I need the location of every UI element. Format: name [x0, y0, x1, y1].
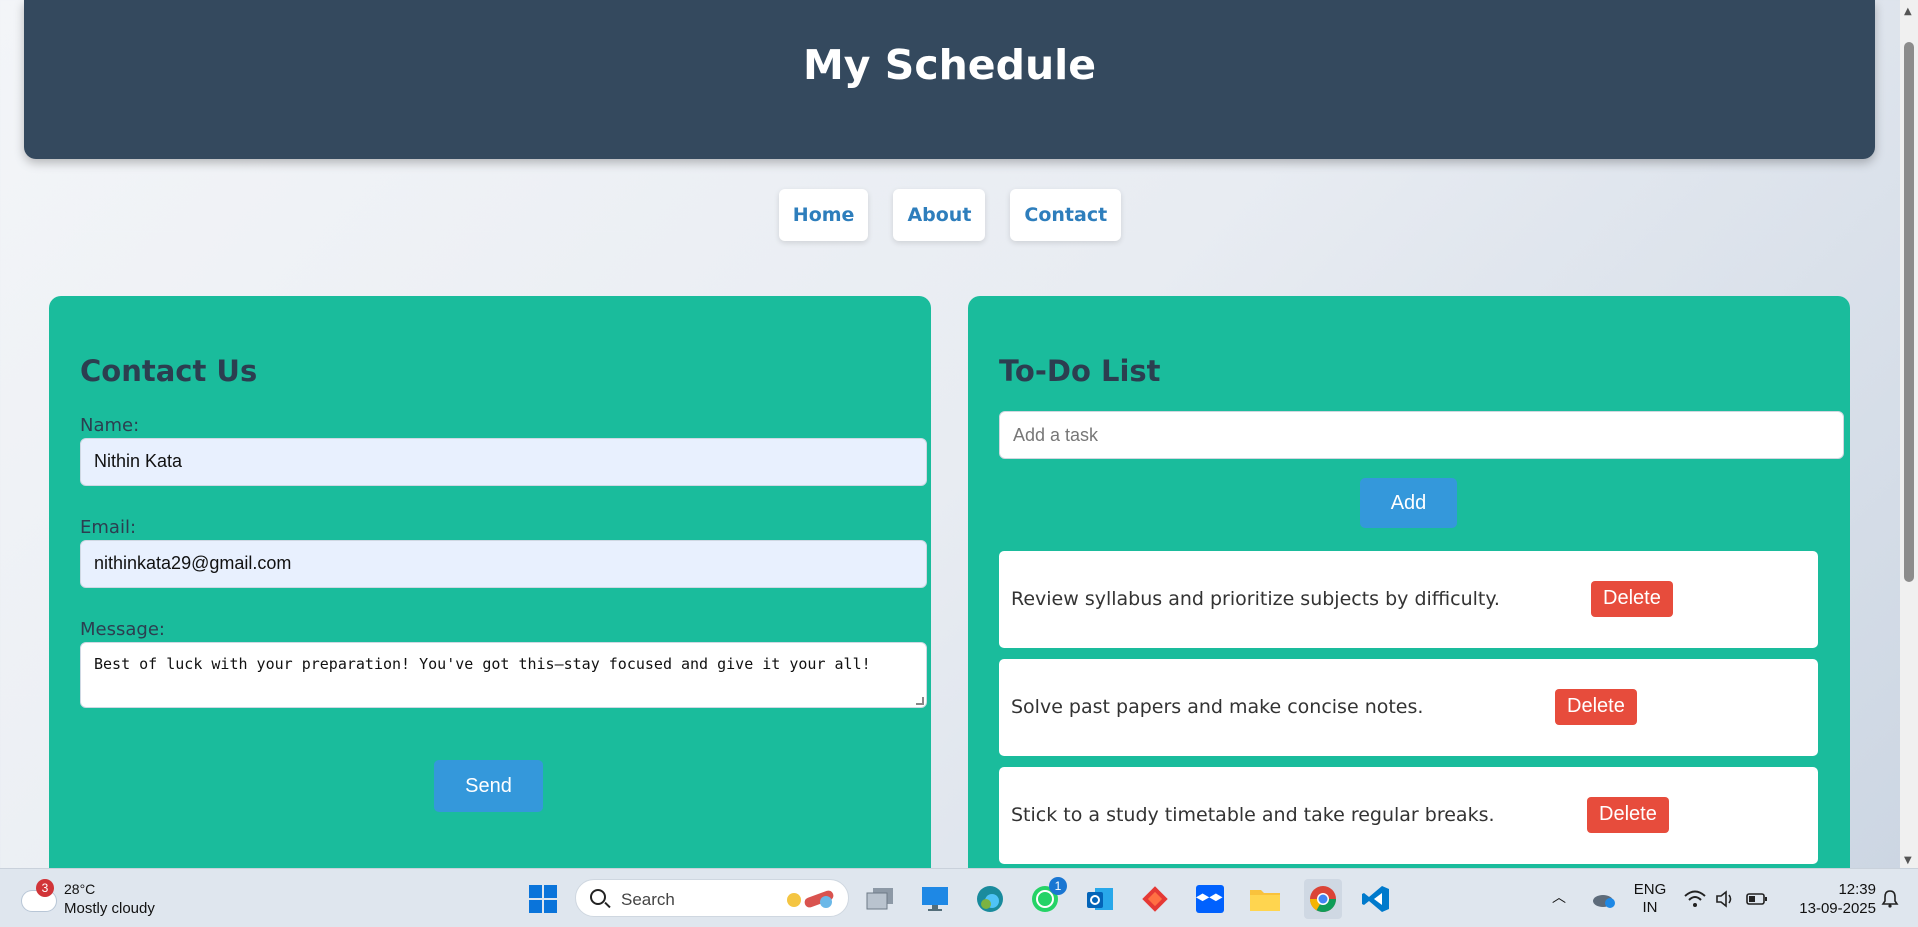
message-field[interactable]: Best of luck with your preparation! You'… — [80, 642, 927, 708]
clock[interactable]: 12:39 13-09-2025 — [1780, 880, 1876, 918]
task-text: Stick to a study timetable and take regu… — [1011, 804, 1495, 826]
task-item: Review syllabus and prioritize subjects … — [999, 551, 1818, 648]
task-view-icon[interactable] — [864, 883, 896, 915]
weather-condition: Mostly cloudy — [64, 900, 155, 917]
send-button[interactable]: Send — [434, 760, 543, 812]
contact-title: Contact Us — [80, 354, 258, 388]
wifi-icon[interactable] — [1683, 883, 1707, 915]
add-task-button[interactable]: Add — [1360, 478, 1457, 528]
delete-task-button[interactable]: Delete — [1591, 581, 1673, 617]
dropbox-icon[interactable] — [1194, 883, 1226, 915]
resize-handle[interactable] — [916, 697, 924, 705]
message-text: Best of luck with your preparation! You'… — [94, 655, 871, 673]
chevron-up-icon[interactable]: ︿ — [1552, 887, 1566, 907]
nav-home-link[interactable]: Home — [778, 189, 869, 241]
task-item: Stick to a study timetable and take regu… — [999, 767, 1818, 864]
task-text: Review syllabus and prioritize subjects … — [1011, 588, 1500, 610]
edge-icon[interactable] — [974, 883, 1006, 915]
taskbar-search[interactable]: Search — [575, 879, 849, 917]
search-icon — [590, 889, 606, 905]
nav-about-link[interactable]: About — [893, 189, 986, 241]
git-icon[interactable] — [1139, 883, 1171, 915]
email-field[interactable]: nithinkata29@gmail.com — [80, 540, 927, 588]
notification-bell-icon[interactable] — [1880, 883, 1900, 915]
weather-temperature: 28°C — [64, 881, 96, 897]
desktop-icon[interactable] — [919, 883, 951, 915]
todo-title: To-Do List — [999, 354, 1161, 388]
contact-card: Contact Us Name: Nithin Kata Email: nith… — [49, 296, 931, 927]
search-label: Search — [621, 890, 675, 909]
todo-card: To-Do List Add a task Add Review syllabu… — [968, 296, 1850, 927]
email-label: Email: — [80, 517, 137, 538]
page-header: My Schedule — [24, 0, 1875, 159]
clock-time: 12:39 — [1838, 881, 1876, 898]
volume-icon[interactable] — [1714, 883, 1738, 915]
delete-task-button[interactable]: Delete — [1587, 797, 1669, 833]
scroll-up-arrow-icon[interactable]: ▲ — [1904, 6, 1912, 17]
battery-icon[interactable] — [1745, 883, 1769, 915]
weather-badge: 3 — [36, 879, 54, 897]
delete-task-button[interactable]: Delete — [1555, 689, 1637, 725]
onedrive-icon[interactable] — [1588, 883, 1620, 915]
scrollbar-thumb[interactable] — [1904, 42, 1914, 582]
task-input[interactable]: Add a task — [999, 411, 1844, 459]
windows-start-icon[interactable] — [527, 883, 559, 915]
nav-contact-link[interactable]: Contact — [1010, 189, 1122, 241]
file-explorer-icon[interactable] — [1249, 883, 1281, 915]
region-code: IN — [1642, 899, 1658, 916]
task-text: Solve past papers and make concise notes… — [1011, 696, 1424, 718]
name-label: Name: — [80, 415, 140, 436]
clock-date: 13-09-2025 — [1799, 900, 1876, 917]
search-highlight-icon — [782, 888, 838, 910]
page-scrollbar[interactable]: ▲ ▼ — [1900, 0, 1918, 868]
task-item: Solve past papers and make concise notes… — [999, 659, 1818, 756]
whatsapp-badge: 1 — [1049, 877, 1067, 895]
whatsapp-icon[interactable]: 1 — [1029, 877, 1067, 915]
windows-taskbar: 3 28°C Mostly cloudy Search 1 ︿ ENG IN 1… — [0, 868, 1918, 927]
outlook-icon[interactable] — [1084, 883, 1116, 915]
chrome-icon[interactable] — [1304, 879, 1342, 919]
language-code: ENG — [1633, 881, 1667, 898]
message-label: Message: — [80, 619, 165, 640]
name-field[interactable]: Nithin Kata — [80, 438, 927, 486]
main-nav: Home About Contact — [0, 189, 1900, 241]
page-title: My Schedule — [802, 40, 1097, 89]
language-indicator[interactable]: ENG IN — [1633, 881, 1667, 917]
vscode-icon[interactable] — [1360, 883, 1392, 915]
scroll-down-arrow-icon[interactable]: ▼ — [1904, 855, 1912, 866]
